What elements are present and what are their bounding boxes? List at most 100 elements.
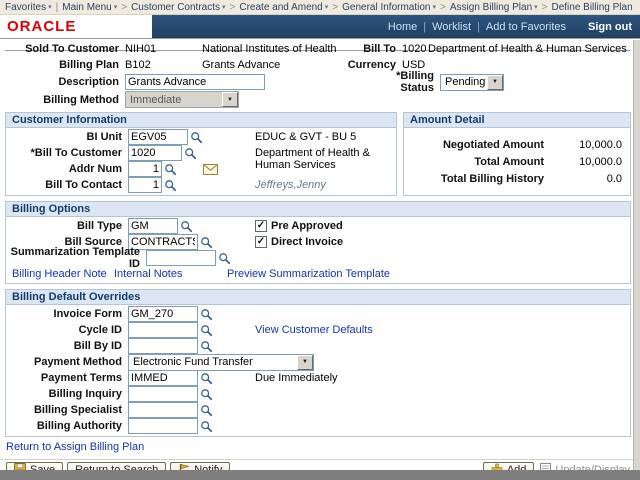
chevron-down-icon: ▾ [222, 4, 226, 11]
header-links: Home | Worklist | Add to Favorites Sign … [388, 15, 632, 38]
pre-approved-label: Pre Approved [271, 220, 343, 232]
window-bottom-strip [0, 470, 640, 480]
addr-num-input[interactable] [128, 161, 162, 177]
dropdown-arrow-button[interactable]: ▼ [487, 75, 503, 90]
dropdown-arrow-button: ▼ [222, 92, 238, 107]
billing-inquiry-lookup-icon[interactable] [200, 388, 213, 401]
sold-to-customer-value: NIH01 [125, 43, 202, 55]
payment-terms-input[interactable] [128, 370, 198, 386]
direct-invoice-field: ✓ Direct Invoice [255, 236, 343, 248]
invoice-form-input[interactable] [128, 306, 198, 322]
breadcrumb-item-favorites[interactable]: Favorites ▾ [5, 2, 52, 13]
bi-unit-input[interactable] [128, 129, 188, 145]
bill-to-customer-input[interactable] [128, 145, 182, 161]
pre-approved-checkbox[interactable]: ✓ [255, 220, 267, 232]
breadcrumb-label: Define Billing Plan [551, 2, 632, 13]
billing-plan-value: B102 [125, 59, 202, 71]
breadcrumb-item-general-information[interactable]: General Information ▾ [342, 2, 436, 13]
view-customer-defaults-link[interactable]: View Customer Defaults [255, 324, 373, 336]
return-link-row: Return to Assign Billing Plan [6, 441, 640, 454]
bill-type-lookup-icon[interactable] [180, 220, 193, 233]
return-to-assign-billing-plan-link[interactable]: Return to Assign Billing Plan [6, 441, 144, 453]
billing-authority-input[interactable] [128, 418, 198, 434]
bi-unit-row: BI Unit EDUC & GVT - BU 5 [10, 129, 392, 145]
bill-to-customer-label: *Bill To Customer [10, 147, 128, 159]
invoice-form-label: Invoice Form [10, 308, 128, 320]
sold-to-customer-label: Sold To Customer [5, 43, 125, 55]
billing-specialist-input[interactable] [128, 402, 198, 418]
bi-unit-lookup-icon[interactable] [190, 131, 203, 144]
add-button[interactable]: Add [483, 462, 535, 471]
chevron-down-icon: ▾ [48, 4, 52, 11]
breadcrumb-label: Customer Contracts [131, 2, 220, 13]
breadcrumb-item-define-billing-plan[interactable]: Define Billing Plan [551, 2, 632, 13]
description-input[interactable] [125, 74, 265, 90]
logo-area: ORACLE [0, 15, 152, 38]
breadcrumb-item-create-and-amend[interactable]: Create and Amend ▾ [239, 2, 328, 13]
checkmark-icon: ✓ [257, 221, 265, 231]
breadcrumb-item-main-menu[interactable]: Main Menu ▾ [62, 2, 117, 13]
bill-by-id-input[interactable] [128, 338, 198, 354]
summarization-template-lookup-icon[interactable] [218, 252, 231, 265]
breadcrumb-separator: > [230, 2, 236, 13]
bill-by-id-lookup-icon[interactable] [200, 340, 213, 353]
bill-type-input[interactable] [128, 218, 178, 234]
billing-method-value: Immediate [126, 92, 222, 107]
billing-status-group: *Billing Status Pending ▼ [360, 73, 504, 91]
bill-type-row: Bill Type ✓ Pre Approved [10, 218, 626, 234]
cycle-id-lookup-icon[interactable] [200, 324, 213, 337]
toolbar: Save Return to Search Notify Add Update/… [0, 459, 640, 470]
bill-to-contact-input[interactable] [128, 177, 162, 193]
direct-invoice-checkbox[interactable]: ✓ [255, 236, 267, 248]
envelope-icon[interactable] [203, 164, 218, 175]
billing-status-select[interactable]: Pending ▼ [440, 74, 504, 91]
breadcrumb-label: General Information [342, 2, 430, 13]
breadcrumb-label: Main Menu [62, 2, 111, 13]
invoice-form-row: Invoice Form [10, 306, 626, 322]
breadcrumb: Favorites ▾ | Main Menu ▾ > Customer Con… [0, 0, 640, 15]
add-to-favorites-link[interactable]: Add to Favorites [486, 21, 566, 33]
summarization-template-input[interactable] [146, 250, 216, 266]
bill-source-lookup-icon[interactable] [200, 236, 213, 249]
customer-information-box: Customer Information BI Unit EDUC & GVT … [5, 112, 397, 196]
bill-to-contact-lookup-icon[interactable] [164, 179, 177, 192]
billing-method-select: Immediate ▼ [125, 91, 239, 108]
save-button[interactable]: Save [6, 462, 63, 471]
billing-authority-lookup-icon[interactable] [200, 420, 213, 433]
payment-method-select[interactable]: Electronic Fund Transfer ▼ [128, 354, 314, 371]
breadcrumb-item-assign-billing-plan[interactable]: Assign Billing Plan ▾ [450, 2, 538, 13]
total-amount-label: Total Amount [412, 156, 556, 168]
payment-terms-lookup-icon[interactable] [200, 372, 213, 385]
notify-button[interactable]: Notify [170, 462, 230, 471]
cycle-id-input[interactable] [128, 322, 198, 338]
breadcrumb-label: Favorites [5, 2, 46, 13]
addr-num-lookup-icon[interactable] [164, 163, 177, 176]
header-link-separator: | [477, 21, 480, 33]
pre-approved-field: ✓ Pre Approved [255, 220, 343, 232]
addr-num-label: Addr Num [10, 163, 128, 175]
negotiated-amount-label: Negotiated Amount [412, 139, 556, 151]
dropdown-arrow-button[interactable]: ▼ [297, 355, 313, 370]
payment-terms-description: Due Immediately [255, 372, 338, 384]
breadcrumb-item-customer-contracts[interactable]: Customer Contracts ▾ [131, 2, 225, 13]
addr-num-row: Addr Num [10, 161, 392, 177]
worklist-link[interactable]: Worklist [432, 21, 471, 33]
update-display-sheet-icon [540, 463, 551, 471]
vertical-scrollbar[interactable] [633, 40, 640, 470]
home-link[interactable]: Home [388, 21, 417, 33]
preview-summarization-template-link[interactable]: Preview Summarization Template [227, 268, 390, 280]
billing-options-title: Billing Options [6, 202, 630, 217]
sign-out-link[interactable]: Sign out [588, 21, 632, 33]
header-link-separator: | [423, 21, 426, 33]
bill-to-customer-lookup-icon[interactable] [184, 147, 197, 160]
billing-specialist-lookup-icon[interactable] [200, 404, 213, 417]
add-plus-icon [491, 463, 503, 471]
chevron-down-icon: ▾ [325, 4, 329, 11]
invoice-form-lookup-icon[interactable] [200, 308, 213, 321]
bi-unit-description: EDUC & GVT - BU 5 [255, 131, 356, 143]
billing-inquiry-input[interactable] [128, 386, 198, 402]
billing-specialist-label: Billing Specialist [10, 404, 128, 416]
breadcrumb-separator: > [542, 2, 548, 13]
return-to-search-button[interactable]: Return to Search [67, 462, 166, 471]
billing-options-box: Billing Options Bill Type ✓ Pre Approved [5, 201, 631, 284]
